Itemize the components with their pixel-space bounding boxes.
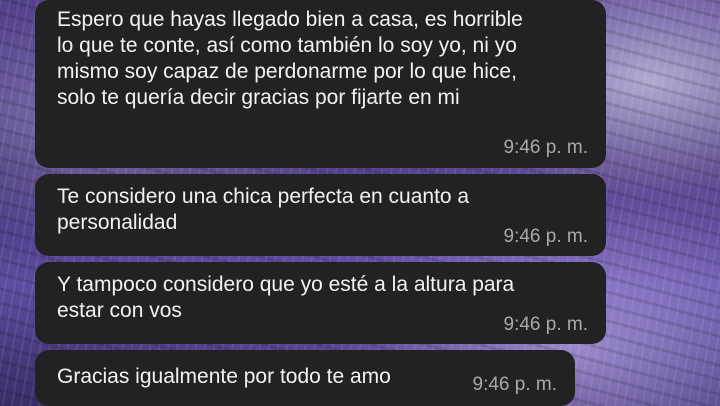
message-bubble[interactable]: Y tampoco considero que yo esté a la alt… — [35, 262, 606, 344]
message-text: Espero que hayas llegado bien a casa, es… — [57, 8, 523, 109]
message-timestamp: 9:46 p. m. — [503, 314, 589, 335]
message-bubble[interactable]: Espero que hayas llegado bien a casa, es… — [35, 0, 606, 168]
message-timestamp: 9:46 p. m. — [503, 137, 589, 158]
message-timestamp: 9:46 p. m. — [472, 374, 558, 395]
message-bubble[interactable]: Te considero una chica perfecta en cuant… — [35, 174, 606, 256]
message-bubble[interactable]: Gracias igualmente por todo te amo 9:46 … — [35, 350, 575, 406]
message-timestamp: 9:46 p. m. — [503, 226, 589, 247]
